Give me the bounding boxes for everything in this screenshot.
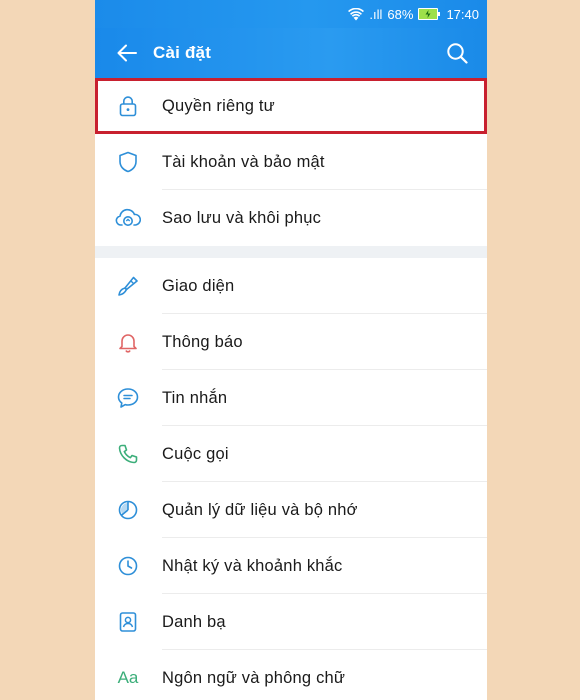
settings-item-label: Nhật ký và khoảnh khắc — [162, 556, 343, 575]
font-icon: Aa — [117, 668, 139, 687]
settings-item-calls[interactable]: Cuộc gọi — [95, 426, 487, 482]
settings-item-language-font[interactable]: Aa Ngôn ngữ và phông chữ — [95, 650, 487, 700]
chat-bubble-icon — [115, 385, 141, 411]
settings-list: Quyền riêng tư Tài khoản và bảo mật Sao … — [95, 78, 487, 700]
settings-item-notifications[interactable]: Thông báo — [95, 314, 487, 370]
phone-screen: .ıll 68% 17:40 Cài đặt Quyền riêng tư Tà… — [95, 0, 487, 700]
settings-item-contacts[interactable]: Danh bạ — [95, 594, 487, 650]
settings-item-label: Quyền riêng tư — [162, 96, 275, 115]
settings-item-label: Ngôn ngữ và phông chữ — [162, 668, 346, 687]
settings-item-messages[interactable]: Tin nhắn — [95, 370, 487, 426]
battery-icon — [418, 8, 441, 20]
settings-item-label: Thông báo — [162, 332, 243, 351]
page-title: Cài đặt — [153, 43, 212, 62]
pie-chart-icon — [115, 497, 141, 523]
clock-icon — [115, 553, 141, 579]
settings-item-backup-restore[interactable]: Sao lưu và khôi phục — [95, 190, 487, 246]
settings-item-label: Giao diện — [162, 276, 235, 295]
settings-item-label: Cuộc gọi — [162, 444, 229, 463]
phone-icon — [115, 441, 141, 467]
paintbrush-icon — [115, 273, 141, 299]
shield-icon — [115, 149, 141, 175]
signal-icon: .ıll — [369, 6, 383, 22]
settings-item-label: Danh bạ — [162, 612, 226, 631]
bell-icon — [115, 329, 141, 355]
settings-item-label: Tài khoản và bảo mật — [162, 152, 325, 171]
battery-percent: 68% — [387, 6, 414, 22]
back-arrow-icon[interactable] — [109, 35, 145, 71]
section-divider — [95, 246, 487, 258]
search-icon[interactable] — [439, 35, 475, 71]
settings-item-privacy[interactable]: Quyền riêng tư — [95, 78, 487, 134]
settings-item-label: Sao lưu và khôi phục — [162, 208, 322, 227]
settings-item-data-storage[interactable]: Quản lý dữ liệu và bộ nhớ — [95, 482, 487, 538]
status-bar: .ıll 68% 17:40 — [95, 0, 487, 28]
contacts-icon — [115, 609, 141, 635]
cloud-sync-icon — [115, 205, 141, 231]
app-bar: Cài đặt — [95, 28, 487, 78]
settings-item-label: Tin nhắn — [162, 388, 228, 407]
status-time: 17:40 — [446, 6, 479, 22]
settings-item-label: Quản lý dữ liệu và bộ nhớ — [162, 500, 358, 519]
lock-icon — [115, 93, 141, 119]
settings-item-account-security[interactable]: Tài khoản và bảo mật — [95, 134, 487, 190]
settings-item-appearance[interactable]: Giao diện — [95, 258, 487, 314]
settings-item-journal-moments[interactable]: Nhật ký và khoảnh khắc — [95, 538, 487, 594]
wifi-icon — [348, 7, 365, 21]
